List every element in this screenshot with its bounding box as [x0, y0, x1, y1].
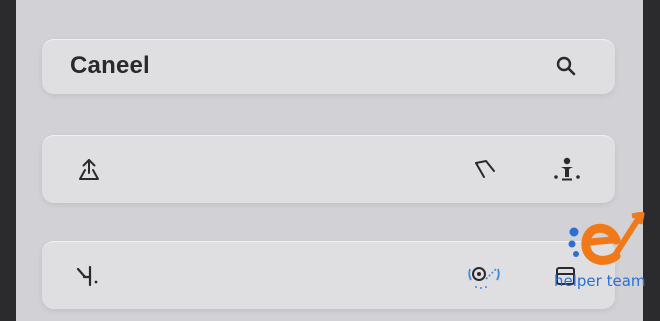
action-row-2: [42, 241, 615, 309]
search-input[interactable]: Caneel: [70, 52, 150, 80]
split-text-icon[interactable]: [74, 263, 102, 289]
animation-bounce-icon[interactable]: [466, 261, 502, 291]
corner-arrow-icon[interactable]: [472, 157, 498, 183]
search-bar[interactable]: Caneel: [42, 39, 615, 94]
person-pin-icon[interactable]: [552, 155, 582, 185]
bottom-sheet: Caneel: [16, 0, 643, 321]
watermark-text: helper team: [554, 272, 646, 290]
share-upload-icon[interactable]: [76, 157, 102, 183]
action-row-1: [42, 135, 615, 203]
search-icon[interactable]: [554, 54, 578, 78]
